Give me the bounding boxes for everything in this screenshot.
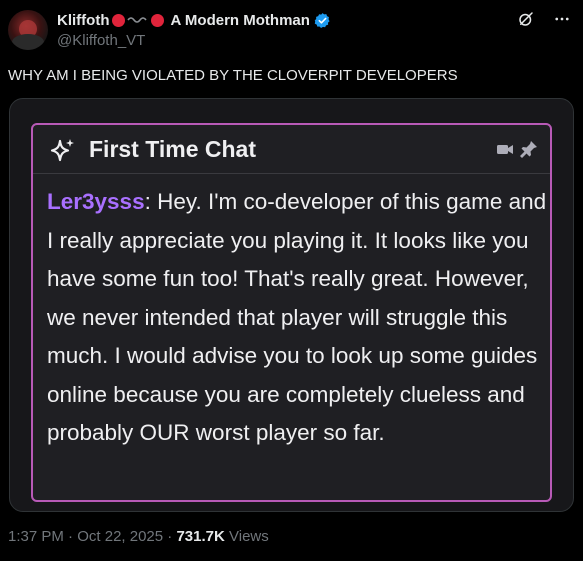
views-label: Views bbox=[224, 528, 269, 545]
author-handle[interactable]: @Kliffoth_VT bbox=[57, 32, 145, 49]
chat-username[interactable]: Ler3ysss bbox=[47, 189, 145, 214]
avatar-shade bbox=[12, 34, 44, 50]
pin-icon[interactable] bbox=[520, 140, 538, 163]
post-avatar[interactable] bbox=[8, 10, 48, 50]
views-count: 731.7K bbox=[176, 528, 225, 545]
red-dot-icon bbox=[151, 13, 165, 27]
first-time-chat-card: First Time Chat Ler3ysss: Hey. I'm co-de… bbox=[31, 123, 552, 502]
chat-message: Ler3ysss: Hey. I'm co-developer of this … bbox=[47, 183, 547, 453]
post-date[interactable]: Oct 22, 2025 bbox=[77, 528, 163, 545]
footer-separator: · bbox=[63, 528, 78, 545]
red-dot-icon bbox=[112, 13, 126, 27]
chat-card-title: First Time Chat bbox=[89, 136, 256, 162]
verified-badge-icon[interactable] bbox=[314, 12, 331, 29]
video-camera-icon[interactable] bbox=[496, 142, 514, 161]
post-top-actions bbox=[517, 10, 571, 28]
author-display-name[interactable]: Kliffoth bbox=[57, 12, 109, 29]
author-quoted-name: A Modern Mothman bbox=[170, 11, 310, 29]
footer-separator: · bbox=[163, 528, 177, 545]
author-name-row[interactable]: Kliffoth A Modern Mothman bbox=[57, 9, 331, 31]
wave-icon bbox=[127, 17, 148, 23]
post-text: WHY AM I BEING VIOLATED BY THE CLOVERPIT… bbox=[8, 67, 458, 84]
post-footer: 1:37 PM · Oct 22, 2025 · 731.7K Views bbox=[8, 528, 269, 545]
more-options-icon[interactable] bbox=[553, 10, 571, 28]
grok-icon[interactable] bbox=[517, 10, 535, 28]
post-media-image[interactable]: First Time Chat Ler3ysss: Hey. I'm co-de… bbox=[9, 98, 574, 512]
sparkle-icon bbox=[49, 137, 77, 165]
chat-message-text: Hey. I'm co-developer of this game and I… bbox=[47, 189, 547, 445]
post-time[interactable]: 1:37 PM bbox=[8, 528, 64, 545]
chat-card-header: First Time Chat bbox=[33, 125, 550, 174]
chat-card-tools bbox=[496, 140, 538, 163]
